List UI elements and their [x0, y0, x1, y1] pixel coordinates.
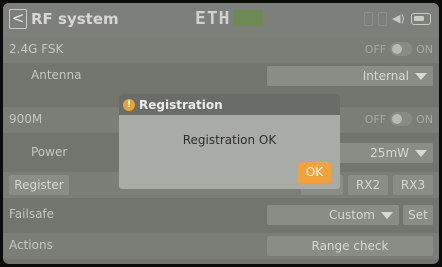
- failsafe-value: Custom: [329, 208, 375, 222]
- power-select[interactable]: 25mW: [333, 143, 433, 163]
- row-antenna: Antenna Internal: [3, 63, 439, 89]
- row-actions: Actions Range check: [3, 233, 439, 259]
- header-bar: < RF system ETH ◀): [3, 3, 439, 37]
- logo-text: ETH: [195, 8, 231, 29]
- page-title: RF system: [31, 10, 119, 28]
- toggle-off-label: OFF: [364, 42, 387, 56]
- power-value: 25mW: [370, 146, 409, 160]
- logo-mark: [232, 9, 263, 26]
- battery-icon: [411, 13, 431, 25]
- toggle-900m[interactable]: OFF ON: [365, 112, 433, 126]
- toggle-track: [390, 112, 413, 126]
- antenna-value: Internal: [362, 69, 409, 83]
- antenna-select[interactable]: Internal: [267, 66, 433, 86]
- back-button[interactable]: <: [9, 9, 27, 29]
- rx3-button[interactable]: RX3: [393, 175, 433, 195]
- chevron-down-icon: [415, 73, 427, 80]
- row-label-antenna: Antenna: [31, 68, 82, 82]
- sd-card-icon: [364, 12, 373, 26]
- row-24g-fsk: 2.4G FSK OFF ON: [3, 37, 439, 63]
- usb-icon: [378, 12, 387, 26]
- dialog-message: Registration OK: [182, 133, 277, 147]
- status-icons: ◀): [364, 12, 431, 26]
- row-label-24g: 2.4G FSK: [9, 42, 64, 56]
- registration-dialog: ! Registration Registration OK OK: [119, 94, 340, 189]
- eth-logo: ETH: [195, 8, 263, 29]
- failsafe-select[interactable]: Custom: [267, 205, 399, 225]
- toggle-on-label: ON: [416, 42, 433, 56]
- rx2-button[interactable]: RX2: [348, 175, 388, 195]
- row-failsafe: Failsafe Custom Set: [3, 202, 439, 228]
- dialog-header: ! Registration: [119, 94, 340, 115]
- row-label-failsafe: Failsafe: [9, 207, 55, 221]
- rf-system-screen: < RF system ETH ◀) 2.4G FSK OFF ON Anten…: [3, 3, 439, 264]
- row-label-power: Power: [31, 145, 68, 159]
- failsafe-set-button[interactable]: Set: [403, 205, 433, 225]
- toggle-on-label: ON: [416, 112, 433, 126]
- warning-icon: !: [123, 98, 135, 111]
- row-label-900m: 900M: [9, 112, 43, 126]
- chevron-down-icon: [415, 150, 427, 157]
- row-label-actions: Actions: [9, 238, 53, 252]
- toggle-track: [390, 42, 413, 56]
- dialog-title: Registration: [139, 97, 223, 112]
- ok-button[interactable]: OK: [298, 162, 331, 183]
- register-button[interactable]: Register: [9, 175, 69, 195]
- speaker-icon: ◀): [392, 12, 405, 25]
- toggle-off-label: OFF: [364, 112, 387, 126]
- toggle-24g[interactable]: OFF ON: [365, 42, 433, 56]
- range-check-button[interactable]: Range check: [267, 236, 433, 256]
- chevron-down-icon: [381, 212, 393, 219]
